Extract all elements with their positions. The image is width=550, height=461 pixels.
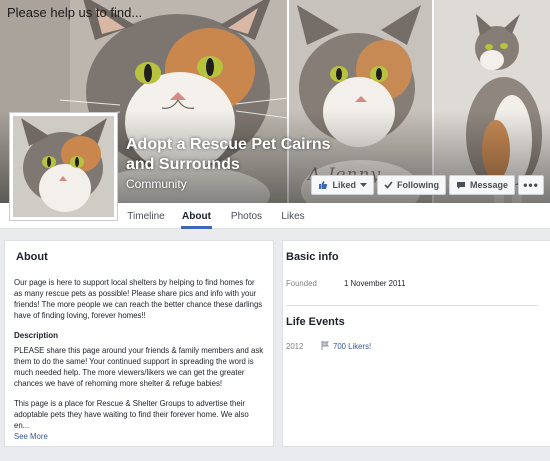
profile-picture-image xyxy=(13,116,114,217)
cat-profile-illustration xyxy=(13,116,114,217)
about-summary: Our page is here to support local shelte… xyxy=(14,278,263,320)
like-thumb-icon xyxy=(318,180,328,190)
profile-picture[interactable] xyxy=(9,112,118,221)
cover-caption: Please help us to find... xyxy=(7,5,143,20)
founded-value: 1 November 2011 xyxy=(344,279,406,288)
liked-label: Liked xyxy=(332,180,356,190)
flag-icon xyxy=(321,341,329,352)
page-actions: Liked Following Message ••• xyxy=(311,175,544,195)
page-title[interactable]: Adopt a Rescue Pet Cairns and Surrounds xyxy=(126,135,346,175)
founded-label: Founded xyxy=(286,279,317,288)
description-paragraph-2: This page is a place for Rescue & Shelte… xyxy=(14,399,249,430)
basic-info-section: Basic info Founded 1 November 2011 xyxy=(283,241,550,289)
chevron-down-icon xyxy=(359,182,367,188)
following-button[interactable]: Following xyxy=(376,175,446,195)
basic-info-card: Basic info Founded 1 November 2011 Life … xyxy=(282,240,550,447)
liked-button[interactable]: Liked xyxy=(311,175,374,195)
page-bottom-strip xyxy=(0,447,550,461)
tab-about[interactable]: About xyxy=(176,203,217,229)
message-icon xyxy=(456,181,466,190)
life-event-label: 700 Likers! xyxy=(333,342,372,351)
life-events-section: Life Events 2012 700 Likers! xyxy=(283,306,550,352)
life-event-year: 2012 xyxy=(286,342,304,351)
checkmark-icon xyxy=(384,181,393,189)
life-event-item: 2012 700 Likers! xyxy=(286,341,538,352)
tab-photos[interactable]: Photos xyxy=(224,203,269,229)
message-button[interactable]: Message xyxy=(448,175,515,195)
more-options-button[interactable]: ••• xyxy=(518,175,544,195)
see-more-link[interactable]: See More xyxy=(14,431,264,442)
life-events-heading: Life Events xyxy=(286,316,345,328)
tab-timeline[interactable]: Timeline xyxy=(120,203,172,229)
page-category[interactable]: Community xyxy=(126,177,187,191)
tab-likes[interactable]: Likes xyxy=(274,203,312,229)
founded-row: Founded 1 November 2011 xyxy=(286,278,538,289)
life-event-link[interactable]: 700 Likers! xyxy=(321,341,371,352)
description-paragraph-1: PLEASE share this page around your frien… xyxy=(14,346,264,388)
basic-info-heading: Basic info xyxy=(286,251,339,263)
message-label: Message xyxy=(469,180,508,190)
following-label: Following xyxy=(396,180,439,190)
about-content: About Our page is here to support local … xyxy=(0,240,550,447)
about-heading: About xyxy=(16,251,48,263)
about-card: About Our page is here to support local … xyxy=(4,240,274,447)
description-heading: Description xyxy=(14,331,59,340)
